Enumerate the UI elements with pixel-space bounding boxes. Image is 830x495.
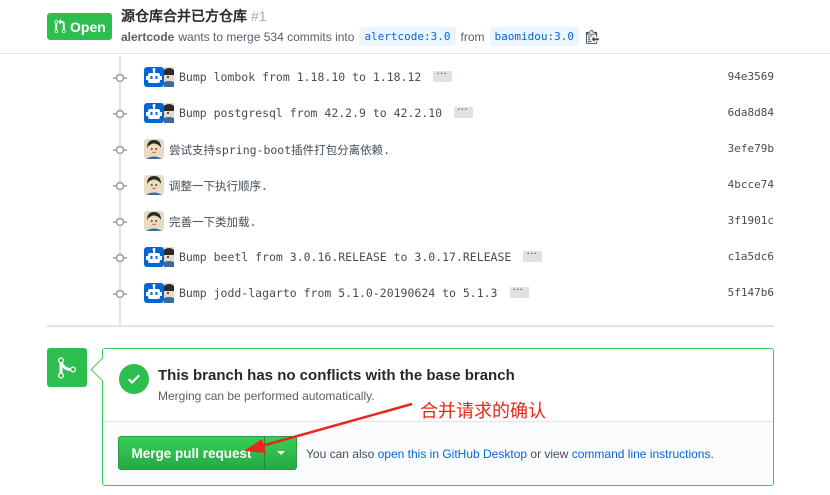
commit-sha-link[interactable]: 94e3569: [728, 70, 774, 83]
pr-number: #1: [251, 8, 267, 24]
user-avatar[interactable]: [144, 139, 164, 159]
git-merge-icon: [58, 356, 76, 378]
commit-message-text[interactable]: 尝试支持spring-boot插件打包分离依赖.: [169, 143, 390, 157]
merge-status-subtitle: Merging can be performed automatically.: [158, 389, 375, 403]
merge-pull-request-button[interactable]: Merge pull request: [118, 436, 265, 470]
pr-state-label: Open: [70, 18, 106, 35]
expand-commit-body-button[interactable]: [433, 67, 453, 82]
chevron-down-icon: [276, 451, 285, 455]
commit-row: 调整一下执行顺序. 4bcce74: [111, 174, 774, 198]
pr-from-text: from: [460, 29, 485, 44]
expand-commit-body-button[interactable]: [523, 247, 543, 262]
pr-title-text: 源仓库合并已方仓库: [121, 8, 247, 24]
pr-author-link[interactable]: alertcode: [121, 30, 174, 44]
commit-message-link[interactable]: Bump postgresql from 42.2.9 to 42.2.10: [179, 103, 474, 120]
commit-sha-link[interactable]: 4bcce74: [728, 178, 774, 191]
commit-dot-icon: [113, 73, 127, 83]
user-avatar[interactable]: [164, 67, 174, 87]
commit-message-text[interactable]: Bump lombok from 1.18.10 to 1.18.12: [179, 70, 421, 84]
commit-message-link[interactable]: Bump lombok from 1.18.10 to 1.18.12: [179, 67, 453, 84]
user-avatar[interactable]: [164, 283, 174, 303]
pr-wants-to-merge-text: wants to merge 534 commits into: [178, 29, 355, 44]
commit-sha-link[interactable]: c1a5dc6: [728, 250, 774, 263]
commit-sha-link[interactable]: 3f1901c: [728, 214, 774, 227]
bot-avatar[interactable]: [144, 283, 164, 303]
merge-action-row: Merge pull request You can also open thi…: [103, 421, 773, 485]
commit-sha-link[interactable]: 6da8d84: [728, 106, 774, 119]
git-pull-request-icon: [54, 19, 66, 34]
base-branch[interactable]: alertcode:3.0: [359, 27, 456, 46]
commit-dot-icon: [113, 253, 127, 263]
head-branch[interactable]: baomidou:3.0: [489, 27, 580, 46]
user-avatar[interactable]: [144, 175, 164, 195]
commit-message-text[interactable]: Bump postgresql from 42.2.9 to 42.2.10: [179, 106, 442, 120]
or-view-text: or view: [530, 447, 569, 461]
commit-dot-icon: [113, 109, 127, 119]
commit-message-link[interactable]: 尝试支持spring-boot插件打包分离依赖.: [169, 142, 390, 158]
pr-state-badge: Open: [47, 13, 112, 40]
commit-message-text[interactable]: 调整一下执行顺序.: [169, 179, 268, 193]
commit-message-link[interactable]: 调整一下执行顺序.: [169, 178, 268, 194]
expand-commit-body-button[interactable]: [509, 283, 529, 298]
commit-dot-icon: [113, 181, 127, 191]
merge-alternatives-text: You can also open this in GitHub Desktop…: [306, 447, 714, 461]
merge-status-icon-box: [47, 348, 87, 387]
open-in-desktop-link[interactable]: open this in GitHub Desktop: [378, 447, 527, 461]
clippy-icon[interactable]: [586, 29, 600, 44]
bot-avatar[interactable]: [144, 67, 164, 87]
expand-commit-body-button[interactable]: [454, 103, 474, 118]
commit-row: Bump beetl from 3.0.16.RELEASE to 3.0.17…: [111, 246, 774, 270]
commit-dot-icon: [113, 217, 127, 227]
commit-row: Bump postgresql from 42.2.9 to 42.2.10 6d…: [111, 102, 774, 126]
commit-message-link[interactable]: 完善一下类加载.: [169, 214, 256, 230]
bot-avatar[interactable]: [144, 247, 164, 267]
check-icon: [119, 364, 149, 394]
commit-sha-link[interactable]: 3efe79b: [728, 142, 774, 155]
annotation-label: 合并请求的确认: [420, 401, 546, 422]
suffix-text: .: [710, 447, 714, 461]
commit-sha-link[interactable]: 5f147b6: [728, 286, 774, 299]
also-prefix: You can also: [306, 447, 375, 461]
commit-row: 完善一下类加载. 3f1901c: [111, 210, 774, 234]
command-line-instructions-link[interactable]: command line instructions: [572, 447, 711, 461]
commit-message-text[interactable]: Bump beetl from 3.0.16.RELEASE to 3.0.17…: [179, 250, 511, 264]
merge-status-title: This branch has no conflicts with the ba…: [158, 367, 515, 384]
bot-avatar[interactable]: [144, 103, 164, 123]
commit-row: 尝试支持spring-boot插件打包分离依赖. 3efe79b: [111, 138, 774, 162]
commit-row: Bump jodd-lagarto from 5.1.0-20190624 to…: [111, 282, 774, 306]
commit-dot-icon: [113, 289, 127, 299]
pr-title: 源仓库合并已方仓库 #1: [121, 6, 267, 26]
pr-header: Open 源仓库合并已方仓库 #1 alertcode wants to merg…: [0, 0, 830, 54]
commit-message-link[interactable]: Bump jodd-lagarto from 5.1.0-20190624 to…: [179, 283, 529, 300]
user-avatar[interactable]: [164, 247, 174, 267]
user-avatar[interactable]: [164, 103, 174, 123]
commit-message-text[interactable]: Bump jodd-lagarto from 5.1.0-20190624 to…: [179, 286, 498, 300]
commit-message-link[interactable]: Bump beetl from 3.0.16.RELEASE to 3.0.17…: [179, 247, 543, 264]
commit-message-text[interactable]: 完善一下类加载.: [169, 215, 256, 229]
merge-method-dropdown-button[interactable]: [264, 436, 297, 470]
commit-dot-icon: [113, 145, 127, 155]
user-avatar[interactable]: [144, 211, 164, 231]
commit-row: Bump lombok from 1.18.10 to 1.18.12 94e35…: [111, 66, 774, 90]
pr-meta: alertcode wants to merge 534 commits int…: [121, 27, 600, 46]
timeline-separator: [47, 325, 774, 327]
